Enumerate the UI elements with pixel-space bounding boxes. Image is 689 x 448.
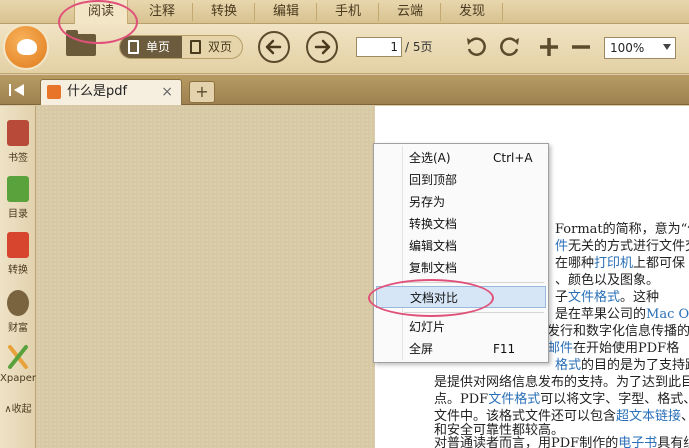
- tab-read[interactable]: 阅读: [74, 0, 128, 24]
- menu-item-compare-documents[interactable]: 文档对比: [376, 286, 546, 308]
- pdf-file-icon: [47, 85, 61, 99]
- document-tab-title: 什么是pdf: [67, 84, 128, 99]
- zoom-in-icon[interactable]: [537, 35, 561, 59]
- arrow-left-icon: [265, 39, 282, 55]
- toc-icon: [7, 176, 29, 202]
- bookmark-icon: [7, 120, 29, 146]
- page-total-label: / 5页: [405, 40, 433, 54]
- collapse-sidebar-icon[interactable]: [0, 75, 36, 105]
- ribbon-tab-bar: 阅读 注释 转换 编辑 手机 云端 发现: [0, 0, 689, 24]
- tab-annotate[interactable]: 注释: [136, 0, 188, 24]
- double-page-button[interactable]: 双页: [182, 36, 242, 58]
- single-page-icon: [128, 40, 139, 54]
- sidebar-item-money[interactable]: 财富: [0, 288, 36, 338]
- new-tab-button[interactable]: +: [189, 81, 215, 103]
- sidebar-item-bookmarks[interactable]: 书签: [0, 118, 36, 168]
- logo-mascot-icon: [17, 39, 37, 55]
- menu-item-select-all[interactable]: 全选(A) Ctrl+A: [376, 147, 546, 169]
- menu-separator: [404, 312, 544, 313]
- tab-separator: [192, 3, 193, 21]
- doc-text-line: 对普通读者而言，用PDF制作的电子书具有纸版: [434, 436, 689, 448]
- convert-icon: [7, 232, 29, 258]
- sidebar-item-label: 书签: [8, 153, 28, 164]
- menu-separator: [404, 282, 544, 283]
- tab-separator: [502, 3, 503, 21]
- chevron-down-icon: [663, 44, 671, 50]
- single-page-label: 单页: [146, 40, 171, 54]
- zoom-value: 100%: [610, 41, 645, 55]
- prev-page-button[interactable]: [258, 31, 290, 63]
- sidebar-item-xpaper[interactable]: Xpaper: [0, 342, 36, 392]
- app-logo[interactable]: [3, 24, 49, 70]
- zoom-select[interactable]: 100%: [604, 37, 676, 59]
- document-tab-bar: 什么是pdf × +: [0, 75, 689, 105]
- tab-separator: [378, 3, 379, 21]
- arrow-right-icon: [314, 39, 331, 55]
- open-folder-icon[interactable]: [66, 30, 96, 56]
- money-icon: [7, 290, 29, 316]
- context-menu: 全选(A) Ctrl+A 回到顶部 另存为 转换文档 编辑文档 复制文档 文档对比…: [373, 143, 549, 363]
- sidebar-item-toc[interactable]: 目录: [0, 174, 36, 224]
- double-page-label: 双页: [208, 40, 233, 54]
- menu-item-copy-document[interactable]: 复制文档: [376, 257, 546, 279]
- sidebar-item-label: 转换: [8, 265, 28, 276]
- menu-item-edit-document[interactable]: 编辑文档: [376, 235, 546, 257]
- menu-item-convert-document[interactable]: 转换文档: [376, 213, 546, 235]
- tab-mobile[interactable]: 手机: [322, 0, 374, 24]
- left-sidebar: 书签 目录 转换 财富 Xpaper ∧收起: [0, 106, 36, 448]
- tab-separator: [254, 3, 255, 21]
- tab-convert[interactable]: 转换: [198, 0, 250, 24]
- menu-item-back-to-top[interactable]: 回到顶部: [376, 169, 546, 191]
- rotate-left-icon[interactable]: [464, 35, 488, 59]
- menu-item-save-as[interactable]: 另存为: [376, 191, 546, 213]
- menu-item-slideshow[interactable]: 幻灯片: [376, 316, 546, 338]
- single-page-button[interactable]: 单页: [120, 36, 182, 58]
- sidebar-item-convert[interactable]: 转换: [0, 230, 36, 280]
- page-number-input[interactable]: 1: [356, 37, 402, 57]
- sidebar-item-label: Xpaper: [0, 373, 36, 384]
- rotate-right-icon[interactable]: [498, 35, 522, 59]
- double-page-icon: [190, 40, 201, 54]
- reading-canvas[interactable]: Format的简称，意为“便 件无关的方式进行文件交 在哪种打印机上都可保 、颜…: [37, 106, 689, 448]
- tab-discover[interactable]: 发现: [446, 0, 498, 24]
- zoom-out-icon[interactable]: [569, 35, 593, 59]
- close-tab-icon[interactable]: ×: [161, 80, 173, 104]
- toolbar: 单页 双页 1 / 5页 100%: [0, 24, 689, 74]
- tab-separator: [440, 3, 441, 21]
- document-tab[interactable]: 什么是pdf ×: [40, 79, 182, 105]
- tab-edit[interactable]: 编辑: [260, 0, 312, 24]
- xpaper-icon: [8, 345, 28, 369]
- tab-separator: [316, 3, 317, 21]
- sidebar-item-label: 目录: [8, 209, 28, 220]
- tab-cloud[interactable]: 云端: [384, 0, 436, 24]
- view-mode-toggle: 单页 双页: [119, 35, 243, 59]
- sidebar-collapse-button[interactable]: ∧收起: [0, 400, 36, 415]
- menu-item-fullscreen[interactable]: 全屏 F11: [376, 338, 546, 360]
- next-page-button[interactable]: [306, 31, 338, 63]
- sidebar-item-label: 财富: [8, 323, 28, 334]
